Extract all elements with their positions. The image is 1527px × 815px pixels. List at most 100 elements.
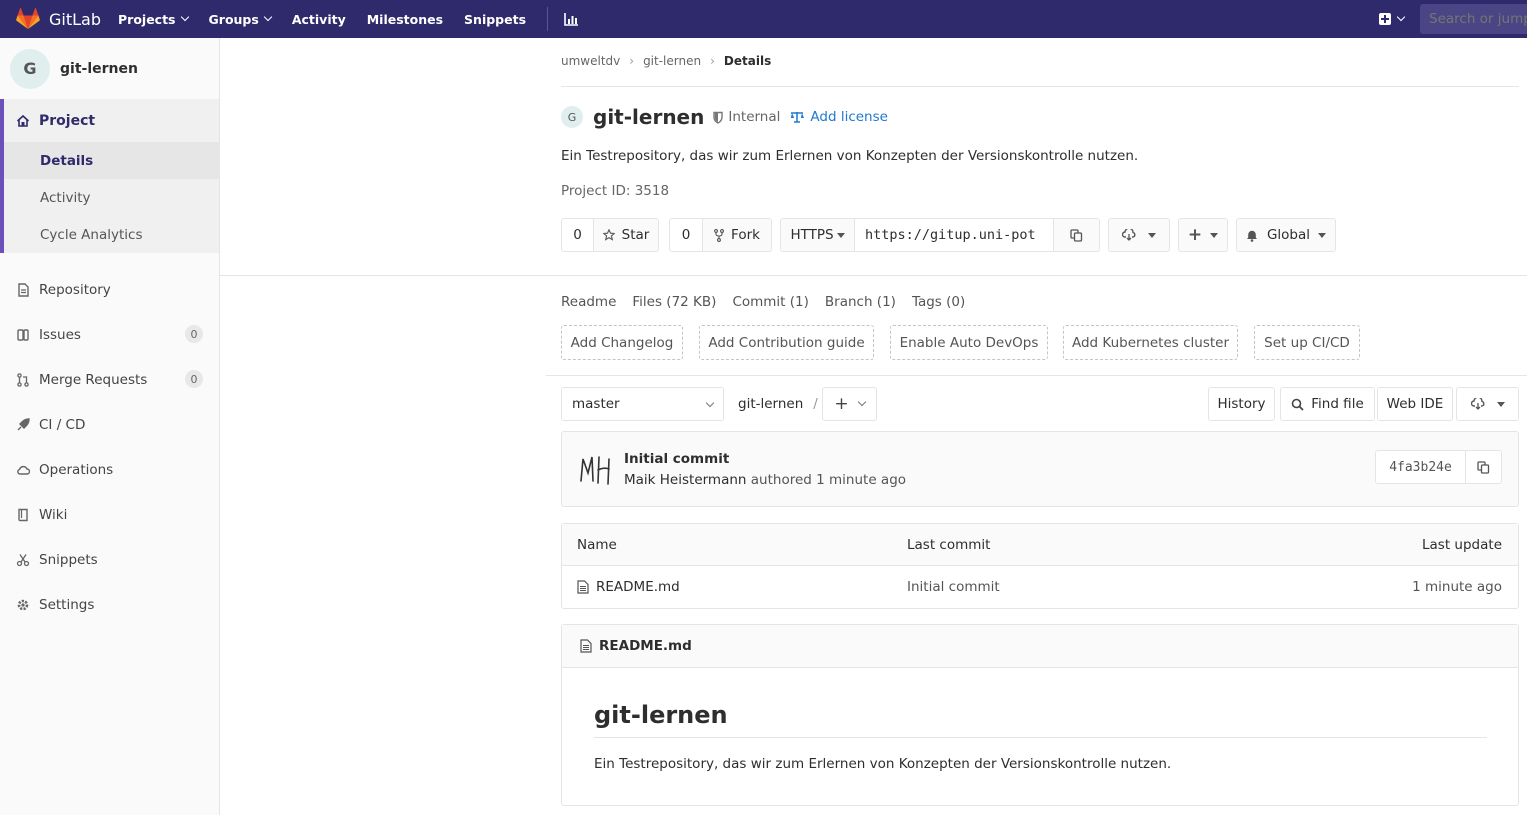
sidebar-item-cycle-analytics[interactable]: Cycle Analytics xyxy=(4,216,219,253)
caret-down-icon xyxy=(1148,232,1156,238)
readme-panel: README.md git-lernen Ein Testrepository,… xyxy=(561,624,1519,806)
sidebar-item-operations[interactable]: Operations xyxy=(0,447,219,492)
history-button[interactable]: History xyxy=(1208,387,1275,421)
project-id: Project ID: 3518 xyxy=(561,183,670,199)
commit-title[interactable]: Initial commit xyxy=(624,451,729,467)
sidebar-item-settings-label: Settings xyxy=(39,596,95,613)
clone-url-field[interactable]: https://gitup.uni-pot xyxy=(854,218,1054,252)
star-label: Star xyxy=(621,227,650,243)
gear-icon xyxy=(17,599,29,610)
nav-groups[interactable]: Groups xyxy=(208,11,273,27)
path-root[interactable]: git-lernen xyxy=(738,396,803,412)
commit-sha[interactable]: 4fa3b24e xyxy=(1376,451,1466,483)
tree-download-dropdown[interactable] xyxy=(1456,387,1519,421)
nav-projects-label: Projects xyxy=(118,11,176,27)
page-title: git-lernen xyxy=(593,105,705,129)
find-file-button[interactable]: Find file xyxy=(1280,387,1375,421)
branch-selector[interactable]: master xyxy=(561,387,724,421)
stat-files[interactable]: Files (72 KB) xyxy=(632,294,716,310)
copy-sha-button[interactable] xyxy=(1466,451,1501,483)
sidebar-item-wiki[interactable]: Wiki xyxy=(0,492,219,537)
caret-down-icon xyxy=(1496,401,1505,407)
fork-button[interactable]: Fork xyxy=(702,218,772,252)
nav-milestones[interactable]: Milestones xyxy=(367,12,443,27)
star-button[interactable]: Star xyxy=(593,218,659,252)
sidebar-project-group: Project Details Activity Cycle Analytics xyxy=(0,99,219,253)
chevron-down-icon xyxy=(180,12,189,22)
stat-branches[interactable]: Branch (1) xyxy=(825,294,896,310)
add-changelog-button[interactable]: Add Changelog xyxy=(561,325,683,360)
web-ide-button[interactable]: Web IDE xyxy=(1377,387,1453,421)
breadcrumb-separator-icon: › xyxy=(710,54,715,68)
sidebar: G git-lernen Project Details Activity Cy… xyxy=(0,38,220,815)
add-license-link[interactable]: Add license xyxy=(790,109,888,125)
project-stats: Readme Files (72 KB) Commit (1) Branch (… xyxy=(561,294,981,310)
stat-tags[interactable]: Tags (0) xyxy=(912,294,965,310)
sidebar-item-wiki-label: Wiki xyxy=(39,506,68,523)
add-kubernetes-cluster-button[interactable]: Add Kubernetes cluster xyxy=(1063,325,1238,360)
sidebar-item-snippets-label: Snippets xyxy=(39,551,98,568)
download-dropdown[interactable] xyxy=(1108,218,1170,252)
sidebar-item-merge-requests[interactable]: Merge Requests 0 xyxy=(0,357,219,402)
divider xyxy=(220,275,1527,276)
add-to-tree-dropdown[interactable]: + xyxy=(822,387,877,421)
sidebar-item-settings[interactable]: Settings xyxy=(0,582,219,627)
nav-groups-label: Groups xyxy=(208,11,259,27)
book-icon xyxy=(18,508,28,521)
sidebar-item-repository[interactable]: Repository xyxy=(0,267,219,312)
clone-url-text: https://gitup.uni-pot xyxy=(865,227,1036,243)
sidebar-item-project[interactable]: Project xyxy=(4,99,219,142)
table-row[interactable]: README.md Initial commit 1 minute ago xyxy=(562,566,1518,608)
issues-count-badge: 0 xyxy=(185,325,203,343)
new-menu-button[interactable] xyxy=(1379,12,1406,25)
nav-activity[interactable]: Activity xyxy=(292,12,346,27)
copy-url-button[interactable] xyxy=(1053,218,1100,252)
breadcrumb-group[interactable]: umweltdv xyxy=(561,54,620,68)
stat-commits[interactable]: Commit (1) xyxy=(732,294,808,310)
breadcrumb-current[interactable]: Details xyxy=(724,54,771,68)
col-last-update-header: Last update xyxy=(1422,536,1502,553)
nav-snippets[interactable]: Snippets xyxy=(464,12,526,27)
enable-auto-devops-button[interactable]: Enable Auto DevOps xyxy=(890,325,1048,360)
merge-requests-count-badge: 0 xyxy=(185,370,203,388)
file-name: README.md xyxy=(596,579,680,595)
protocol-dropdown[interactable]: HTTPS xyxy=(780,218,855,252)
set-up-ci-cd-button[interactable]: Set up CI/CD xyxy=(1254,325,1360,360)
sidebar-item-repository-label: Repository xyxy=(39,281,111,298)
file-last-commit[interactable]: Initial commit xyxy=(907,579,1000,595)
sidebar-item-details[interactable]: Details xyxy=(4,142,219,179)
last-commit-panel: Initial commit Maik Heistermann authored… xyxy=(561,431,1519,507)
fork-count[interactable]: 0 xyxy=(669,218,703,252)
author-avatar[interactable] xyxy=(578,451,614,487)
breadcrumb: umweltdv › git-lernen › Details xyxy=(561,54,1519,87)
commit-author[interactable]: Maik Heistermann xyxy=(624,472,746,488)
issues-icon xyxy=(17,328,29,341)
bar-chart-icon[interactable] xyxy=(564,12,579,26)
sidebar-item-issues[interactable]: Issues 0 xyxy=(0,312,219,357)
commit-meta: Maik Heistermann authored 1 minute ago xyxy=(624,472,906,488)
chevron-down-icon xyxy=(705,398,715,408)
top-navbar: GitLab Projects Groups Activity Mileston… xyxy=(0,0,1527,38)
add-contribution-guide-button[interactable]: Add Contribution guide xyxy=(699,325,874,360)
readme-filename[interactable]: README.md xyxy=(599,638,692,654)
file-name-cell[interactable]: README.md xyxy=(577,579,680,595)
chevron-down-icon xyxy=(857,397,866,407)
nav-projects[interactable]: Projects xyxy=(118,11,189,27)
breadcrumb-project[interactable]: git-lernen xyxy=(643,54,701,68)
branch-name: master xyxy=(572,396,620,412)
sidebar-item-snippets[interactable]: Snippets xyxy=(0,537,219,582)
sidebar-item-merge-requests-label: Merge Requests xyxy=(39,371,148,388)
gitlab-brand[interactable]: GitLab xyxy=(0,8,118,30)
stat-readme[interactable]: Readme xyxy=(561,294,616,310)
col-last-commit-header: Last commit xyxy=(907,536,991,553)
star-count[interactable]: 0 xyxy=(561,218,594,252)
gitlab-logo-icon xyxy=(16,8,40,29)
sidebar-item-ci-cd[interactable]: CI / CD xyxy=(0,402,219,447)
notification-dropdown[interactable]: Global xyxy=(1236,218,1336,252)
search-input[interactable] xyxy=(1420,4,1527,34)
sidebar-project-header[interactable]: G git-lernen xyxy=(0,38,219,99)
sidebar-item-activity[interactable]: Activity xyxy=(4,179,219,216)
table-header: Name Last commit Last update xyxy=(562,524,1518,566)
add-dropdown[interactable]: + xyxy=(1178,218,1228,252)
